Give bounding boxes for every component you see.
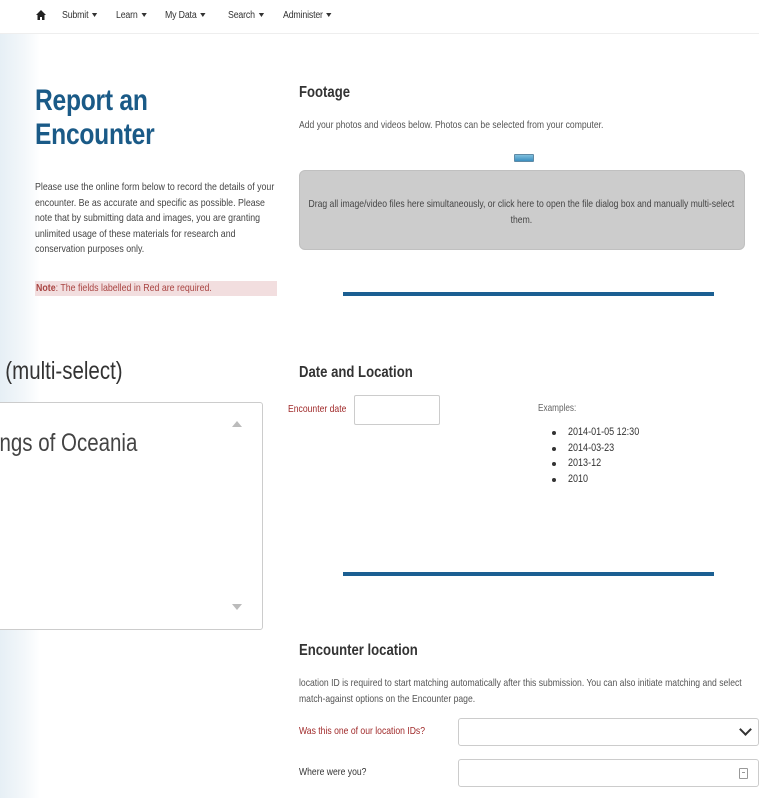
home-icon[interactable] bbox=[35, 9, 47, 21]
note-message: : The fields labelled in Red are require… bbox=[55, 282, 212, 294]
required-note-text: Note: The fields labelled in Red are req… bbox=[36, 282, 212, 294]
multiselect-heading-text: s (multi-select) bbox=[0, 357, 123, 385]
caret-down-icon bbox=[91, 13, 98, 18]
nav-my-data-label: My Data bbox=[165, 10, 197, 21]
scroll-up-icon[interactable] bbox=[232, 421, 242, 427]
contact-card-icon bbox=[739, 768, 748, 779]
multiselect-option-text: dings of Oceania bbox=[0, 429, 138, 457]
nav-search[interactable]: Search bbox=[228, 10, 264, 21]
nav-search-label: Search bbox=[228, 10, 255, 21]
dropzone-text: Drag all image/video files here simultan… bbox=[308, 198, 735, 226]
date-location-title: Date and Location bbox=[299, 364, 413, 381]
example-text: 2013-12 bbox=[568, 457, 602, 469]
encounter-location-description: location ID is required to start matchin… bbox=[299, 677, 742, 705]
example-item: 2010 bbox=[551, 472, 655, 488]
file-dropzone[interactable]: Drag all image/video files here simultan… bbox=[299, 170, 745, 250]
example-text: 2010 bbox=[568, 472, 589, 485]
encounter-date-input[interactable] bbox=[354, 395, 440, 425]
location-id-label: Was this one of our location IDs? bbox=[299, 725, 426, 737]
section-divider bbox=[343, 572, 714, 576]
multiselect-listbox[interactable]: dings of Oceania bbox=[0, 402, 263, 630]
footage-description: Add your photos and videos below. Photos… bbox=[299, 119, 604, 131]
upload-icon bbox=[514, 154, 534, 162]
caret-down-icon bbox=[141, 13, 147, 18]
top-navbar: Submit Learn My Data Search Administer bbox=[0, 0, 759, 34]
intro-text: Please use the online form below to reco… bbox=[35, 181, 275, 255]
section-divider bbox=[343, 292, 714, 296]
example-text: 2014-01-05 12:30 bbox=[568, 426, 640, 438]
encounter-location-title: Encounter location bbox=[299, 642, 418, 659]
examples-list: 2014-01-05 12:30 2014-03-23 2013-12 2010 bbox=[551, 425, 655, 487]
where-label: Where were you? bbox=[299, 766, 367, 778]
footage-title: Footage bbox=[299, 84, 351, 101]
nav-submit[interactable]: Submit bbox=[62, 10, 98, 21]
required-note: Note: The fields labelled in Red are req… bbox=[35, 281, 277, 296]
nav-submit-label: Submit bbox=[62, 10, 89, 21]
multiselect-option[interactable]: dings of Oceania bbox=[0, 429, 137, 458]
location-id-select[interactable] bbox=[458, 718, 759, 746]
example-item: 2014-01-05 12:30 bbox=[551, 425, 655, 441]
example-item: 2014-03-23 bbox=[551, 441, 655, 457]
page-title: Report an Encounter bbox=[35, 84, 155, 151]
encounter-date-label: Encounter date bbox=[288, 403, 347, 415]
where-input[interactable] bbox=[458, 759, 759, 787]
example-item: 2013-12 bbox=[551, 456, 655, 472]
examples-label: Examples: bbox=[538, 403, 577, 414]
nav-my-data[interactable]: My Data bbox=[165, 10, 206, 21]
scroll-down-icon[interactable] bbox=[232, 604, 242, 610]
nav-administer[interactable]: Administer bbox=[283, 10, 332, 21]
example-text: 2014-03-23 bbox=[568, 441, 615, 454]
nav-administer-label: Administer bbox=[283, 10, 323, 21]
chevron-down-icon bbox=[739, 723, 752, 736]
caret-down-icon bbox=[258, 13, 264, 18]
nav-learn[interactable]: Learn bbox=[116, 10, 147, 21]
note-label: Note bbox=[36, 282, 56, 294]
nav-learn-label: Learn bbox=[116, 10, 138, 21]
multiselect-heading: s (multi-select) bbox=[0, 357, 230, 386]
caret-down-icon bbox=[200, 13, 206, 18]
page-background bbox=[0, 0, 40, 798]
caret-down-icon bbox=[326, 13, 332, 18]
